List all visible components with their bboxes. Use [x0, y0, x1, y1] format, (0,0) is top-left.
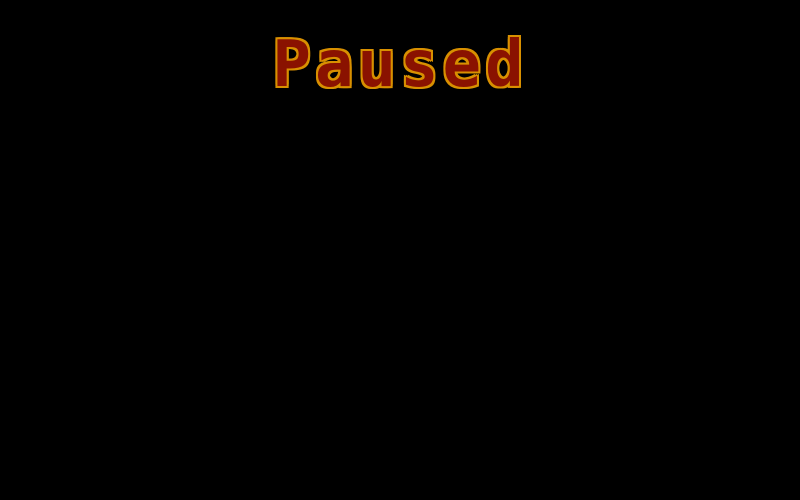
paused-title: Paused: [272, 28, 528, 102]
game-screen: Paused: [0, 0, 800, 500]
